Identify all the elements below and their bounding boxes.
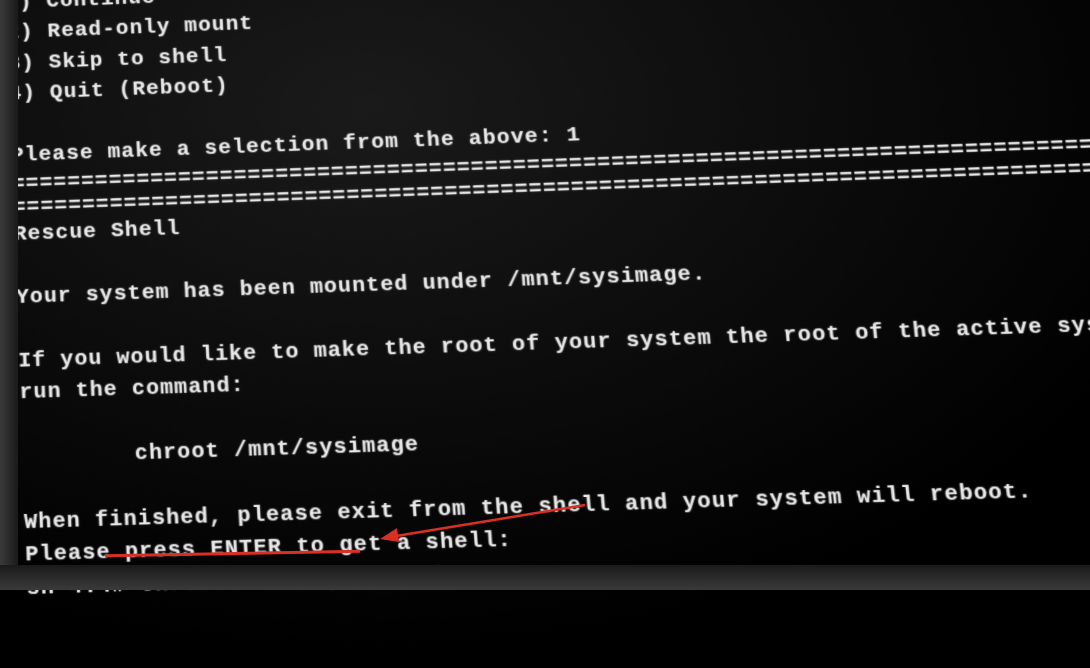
- selection-input-value[interactable]: 1: [566, 124, 582, 148]
- screen-bezel-left: [0, 0, 18, 590]
- annotation-arrow-icon: [375, 495, 595, 555]
- screen-bezel-bottom: [0, 565, 1090, 590]
